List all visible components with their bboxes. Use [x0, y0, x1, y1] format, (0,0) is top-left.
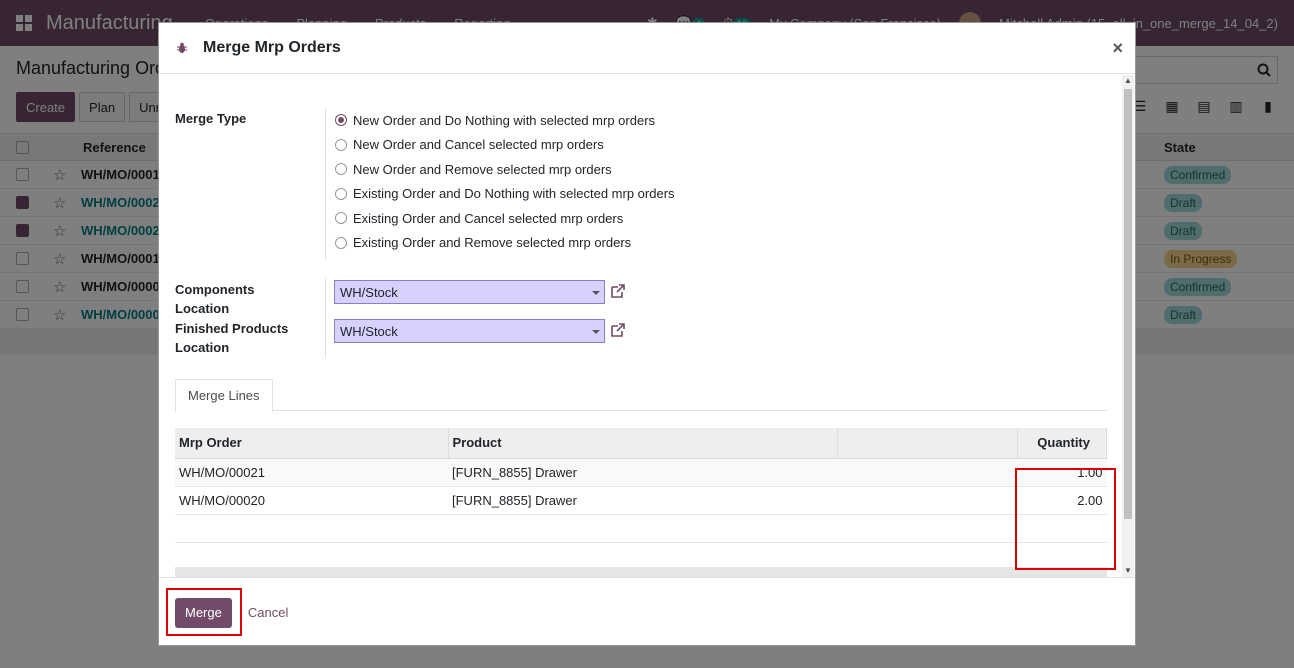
modal-footer: Merge Cancel: [159, 577, 1135, 647]
merge-type-radio-group: New Order and Do Nothing with selected m…: [335, 108, 675, 255]
label-line: Location: [175, 301, 230, 316]
finished-location-select[interactable]: WH/Stock: [334, 319, 605, 343]
empty-row: [175, 542, 1107, 571]
radio-option-new-do-nothing[interactable]: New Order and Do Nothing with selected m…: [335, 108, 675, 133]
merge-lines-table: Mrp Order Product Quantity WH/MO/00021 […: [175, 428, 1107, 571]
external-link-icon[interactable]: [609, 321, 627, 339]
merge-highlight-box: [166, 588, 242, 636]
radio-label: New Order and Do Nothing with selected m…: [353, 112, 656, 128]
merge-mrp-orders-dialog: Merge Mrp Orders × Merge Type New Order …: [158, 22, 1136, 646]
radio-button[interactable]: [335, 163, 347, 176]
radio-option-new-cancel[interactable]: New Order and Cancel selected mrp orders: [335, 133, 675, 158]
radio-label: Existing Order and Remove selected mrp o…: [353, 235, 632, 251]
finished-location-label: Finished Products Location: [175, 319, 288, 357]
chevron-down-icon: [592, 291, 600, 295]
components-location-label: Components Location: [175, 280, 254, 318]
components-location-select[interactable]: WH/Stock: [334, 280, 605, 304]
column-quantity[interactable]: Quantity: [1017, 428, 1107, 459]
column-product[interactable]: Product: [448, 428, 838, 459]
radio-label: Existing Order and Do Nothing with selec…: [353, 186, 675, 202]
modal-header: Merge Mrp Orders ×: [159, 23, 1135, 74]
chevron-down-icon: [592, 330, 600, 334]
quantity-highlight-box: [1015, 468, 1116, 570]
merge-type-label: Merge Type: [175, 111, 247, 126]
radio-option-new-remove[interactable]: New Order and Remove selected mrp orders: [335, 157, 675, 182]
radio-button[interactable]: [335, 187, 347, 200]
bug-icon: [175, 41, 189, 55]
radio-option-existing-do-nothing[interactable]: Existing Order and Do Nothing with selec…: [335, 182, 675, 207]
radio-label: New Order and Remove selected mrp orders: [353, 161, 612, 177]
radio-label: New Order and Cancel selected mrp orders: [353, 137, 604, 153]
table-row[interactable]: WH/MO/00020 [FURN_8855] Drawer 2.00: [175, 486, 1107, 515]
tab-merge-lines[interactable]: Merge Lines: [175, 379, 273, 412]
scroll-up-icon[interactable]: ▲: [1122, 75, 1134, 87]
cancel-button[interactable]: Cancel: [248, 605, 288, 620]
label-separator: [325, 278, 326, 358]
radio-option-existing-remove[interactable]: Existing Order and Remove selected mrp o…: [335, 231, 675, 256]
line-product: [FURN_8855] Drawer: [448, 486, 837, 515]
label-line: Components: [175, 282, 255, 297]
radio-button[interactable]: [335, 212, 347, 225]
select-value: WH/Stock: [340, 284, 398, 300]
modal-title: Merge Mrp Orders: [203, 39, 341, 56]
column-mrp-order[interactable]: Mrp Order: [175, 428, 449, 459]
table-footer: [175, 567, 1107, 577]
radio-button[interactable]: [335, 236, 347, 249]
label-separator: [325, 108, 326, 260]
line-product: [FURN_8855] Drawer: [448, 458, 837, 487]
label-line: Location: [175, 340, 230, 355]
empty-row: [175, 514, 1107, 543]
notebook-tabs: Merge Lines: [175, 379, 1107, 412]
scroll-down-icon[interactable]: ▼: [1122, 565, 1134, 577]
modal-body: Merge Type New Order and Do Nothing with…: [159, 74, 1123, 577]
radio-option-existing-cancel[interactable]: Existing Order and Cancel selected mrp o…: [335, 206, 675, 231]
scroll-thumb[interactable]: [1124, 89, 1132, 519]
column-spacer: [837, 428, 1018, 459]
radio-label: Existing Order and Cancel selected mrp o…: [353, 210, 624, 226]
modal-scrollbar[interactable]: ▲ ▼: [1122, 75, 1134, 577]
label-line: Finished Products: [175, 321, 289, 336]
close-icon[interactable]: ×: [1112, 38, 1123, 59]
radio-button[interactable]: [335, 138, 347, 151]
select-value: WH/Stock: [340, 323, 398, 339]
table-row[interactable]: WH/MO/00021 [FURN_8855] Drawer 1.00: [175, 458, 1107, 487]
line-order: WH/MO/00020: [175, 486, 448, 515]
external-link-icon[interactable]: [609, 282, 627, 300]
line-order: WH/MO/00021: [175, 458, 448, 487]
radio-button[interactable]: [335, 114, 347, 127]
